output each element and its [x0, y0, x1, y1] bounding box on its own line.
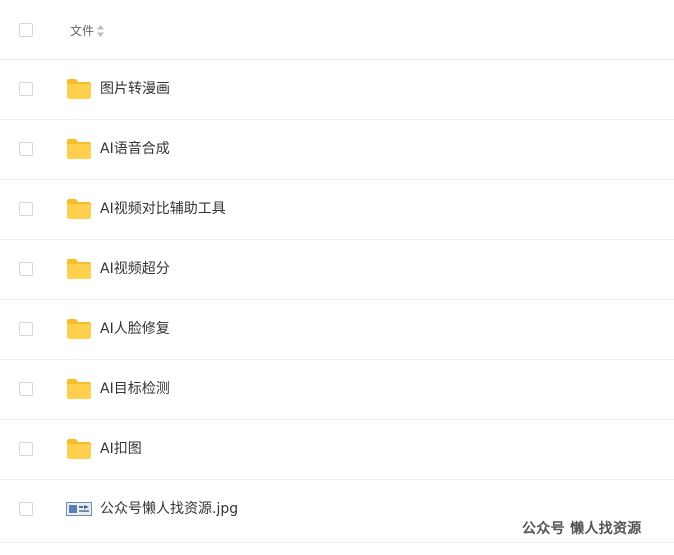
- file-list: 文件 图片转漫画 AI语音合成 AI视频对比辅助工具 AI视频超分 AI人脸修复…: [0, 0, 674, 543]
- row-checkbox[interactable]: [19, 442, 33, 456]
- image-file-icon: [66, 502, 92, 516]
- folder-icon: [67, 79, 91, 99]
- file-name[interactable]: AI人脸修复: [100, 320, 170, 338]
- file-row[interactable]: AI人脸修复: [0, 300, 674, 360]
- file-row[interactable]: AI语音合成: [0, 120, 674, 180]
- file-name[interactable]: 公众号懒人找资源.jpg: [100, 500, 238, 518]
- folder-icon: [67, 139, 91, 159]
- file-row[interactable]: AI视频超分: [0, 240, 674, 300]
- file-name[interactable]: AI视频超分: [100, 260, 170, 278]
- folder-icon: [67, 379, 91, 399]
- row-checkbox[interactable]: [19, 202, 33, 216]
- folder-icon: [67, 319, 91, 339]
- file-row[interactable]: AI目标检测: [0, 360, 674, 420]
- column-header-file[interactable]: 文件: [70, 23, 94, 39]
- file-row[interactable]: 图片转漫画: [0, 60, 674, 120]
- folder-icon: [67, 199, 91, 219]
- file-name[interactable]: AI扣图: [100, 440, 142, 458]
- row-checkbox[interactable]: [19, 322, 33, 336]
- row-checkbox[interactable]: [19, 502, 33, 516]
- row-checkbox[interactable]: [19, 262, 33, 276]
- file-name[interactable]: AI语音合成: [100, 140, 170, 158]
- file-row[interactable]: AI扣图: [0, 420, 674, 480]
- file-row[interactable]: AI视频对比辅助工具: [0, 180, 674, 240]
- select-all-checkbox[interactable]: [19, 23, 33, 37]
- file-name[interactable]: AI视频对比辅助工具: [100, 200, 226, 218]
- file-name[interactable]: 图片转漫画: [100, 80, 170, 98]
- file-name[interactable]: AI目标检测: [100, 380, 170, 398]
- row-checkbox[interactable]: [19, 382, 33, 396]
- file-list-header: 文件: [0, 0, 674, 60]
- folder-icon: [67, 439, 91, 459]
- folder-icon: [67, 259, 91, 279]
- sort-icon[interactable]: [96, 24, 105, 38]
- row-checkbox[interactable]: [19, 142, 33, 156]
- row-checkbox[interactable]: [19, 82, 33, 96]
- watermark-text: 公众号 懒人找资源: [522, 521, 642, 537]
